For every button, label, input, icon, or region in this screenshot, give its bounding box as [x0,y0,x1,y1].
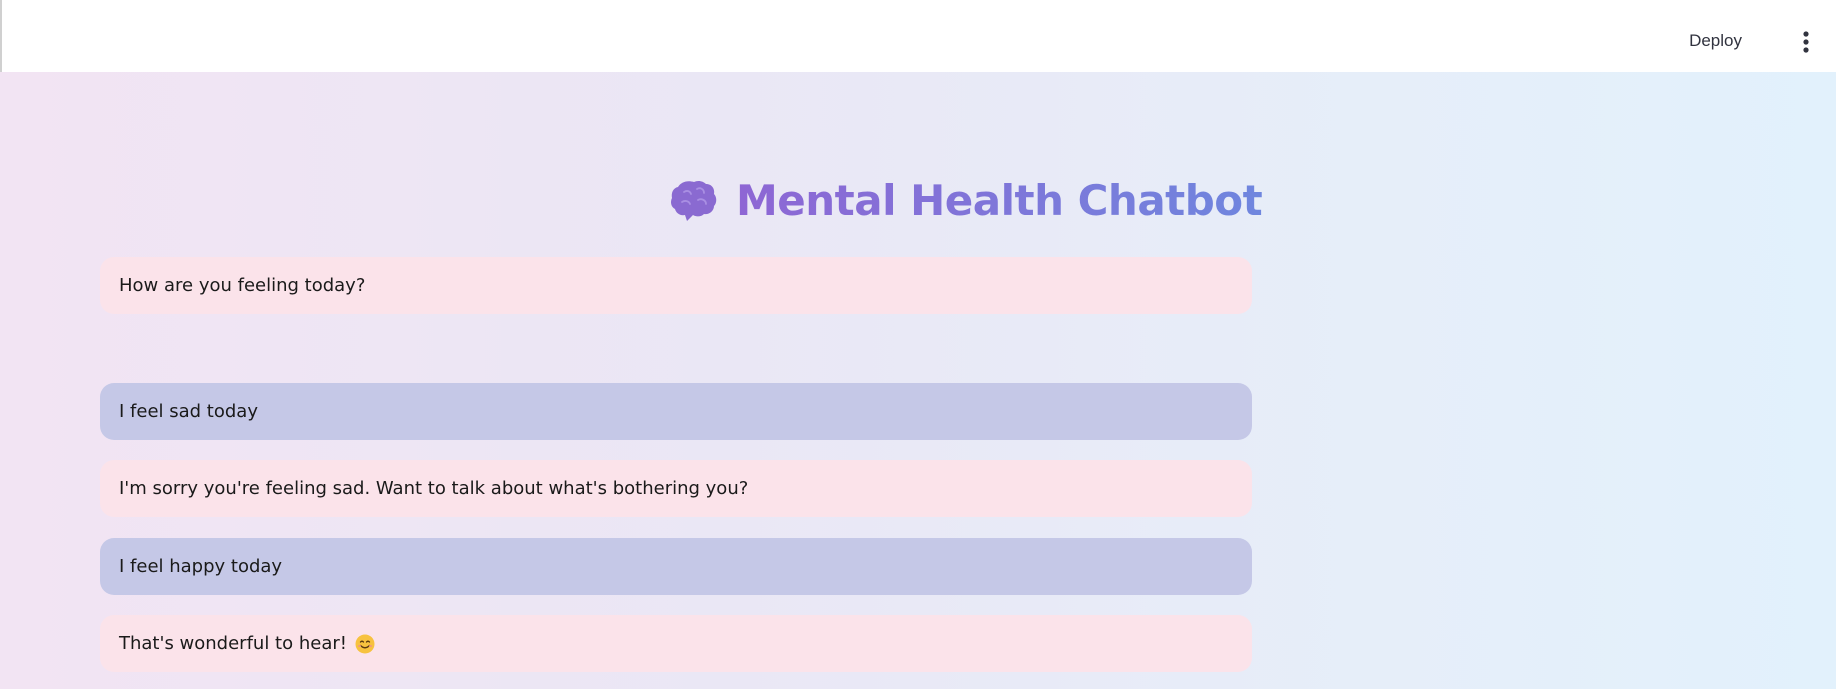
bot-message: How are you feeling today? [100,257,1252,314]
message-text: I feel happy today [119,556,283,577]
top-toolbar: Deploy [0,0,1836,72]
chat-history: How are you feeling today? I feel sad to… [100,257,1252,672]
smiling-face-icon [355,634,375,653]
bot-message: That's wonderful to hear! [100,615,1252,672]
page-title: Mental Health Chatbot [736,175,1263,225]
bot-message: I'm sorry you're feeling sad. Want to ta… [100,460,1252,517]
user-message: I feel sad today [100,383,1252,440]
message-text: I'm sorry you're feeling sad. Want to ta… [119,478,749,499]
user-message: I feel happy today [100,538,1252,595]
message-text: I feel sad today [119,401,258,422]
message-text: That's wonderful to hear! [119,633,347,654]
vertical-ellipsis-icon [1803,31,1809,53]
page-header: Mental Health Chatbot [670,170,1263,230]
message-text: How are you feeling today? [119,275,366,296]
deploy-button[interactable]: Deploy [1681,26,1750,56]
main-menu-button[interactable] [1794,28,1818,56]
brain-icon [671,180,717,221]
